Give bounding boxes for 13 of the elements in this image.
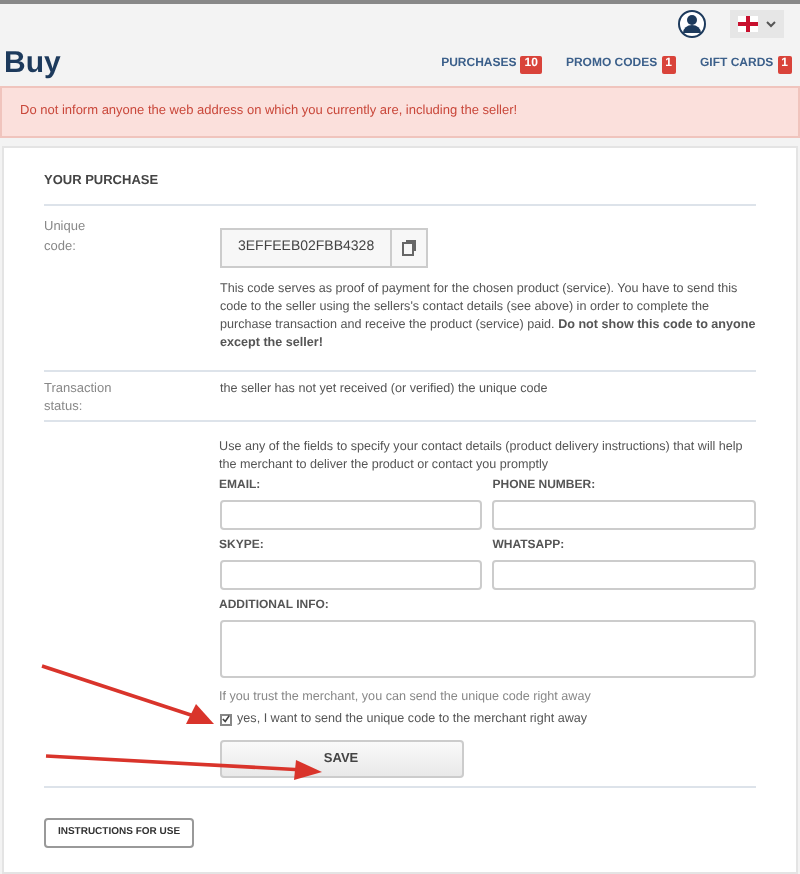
caret-icon xyxy=(766,20,776,28)
input-field[interactable] xyxy=(219,500,483,531)
user-icon[interactable] xyxy=(678,10,706,38)
input-field[interactable] xyxy=(492,500,756,531)
checkbox[interactable] xyxy=(219,713,232,726)
flag-icon xyxy=(738,16,758,32)
language-dropdown[interactable] xyxy=(730,10,784,38)
check-icon xyxy=(221,714,230,725)
input-field[interactable] xyxy=(219,560,483,591)
input-field[interactable] xyxy=(492,560,756,591)
page-title: Buy xyxy=(4,43,61,84)
copy-icon xyxy=(402,240,417,257)
additional-info-field[interactable] xyxy=(219,620,756,679)
